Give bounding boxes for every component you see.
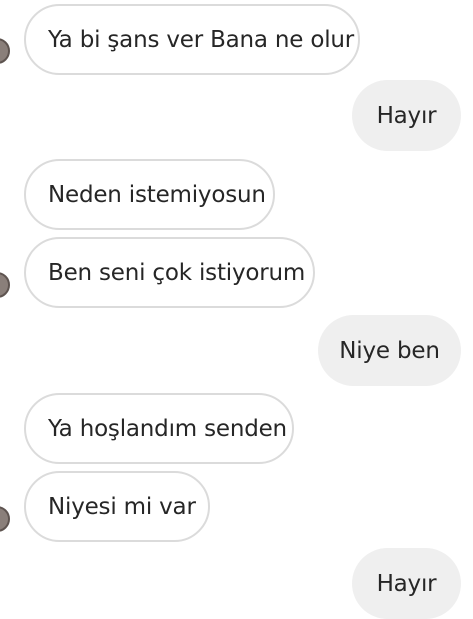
- message-text: Hayır: [376, 102, 437, 129]
- message-bubble-outgoing[interactable]: Niye ben: [318, 315, 461, 386]
- message-bubble-incoming[interactable]: Ben seni çok istiyorum: [24, 237, 315, 308]
- message-text: Niyesi mi var: [48, 493, 196, 520]
- message-bubble-outgoing[interactable]: Hayır: [352, 548, 461, 619]
- sender-avatar[interactable]: [0, 272, 10, 298]
- message-text: Ben seni çok istiyorum: [48, 259, 306, 286]
- sender-avatar[interactable]: [0, 38, 10, 64]
- message-text: Ya hoşlandım senden: [48, 415, 287, 442]
- message-text: Hayır: [376, 570, 437, 597]
- message-text: Ya bi şans ver Bana ne olur: [48, 26, 355, 53]
- message-bubble-incoming[interactable]: Niyesi mi var: [24, 471, 210, 542]
- sender-avatar[interactable]: [0, 506, 10, 532]
- message-bubble-incoming[interactable]: Neden istemiyosun: [24, 159, 275, 230]
- message-bubble-incoming[interactable]: Ya bi şans ver Bana ne olur: [24, 4, 360, 75]
- message-text: Neden istemiyosun: [48, 181, 266, 208]
- message-text: Niye ben: [339, 337, 440, 364]
- message-bubble-incoming[interactable]: Ya hoşlandım senden: [24, 393, 294, 464]
- message-bubble-outgoing[interactable]: Hayır: [352, 80, 461, 151]
